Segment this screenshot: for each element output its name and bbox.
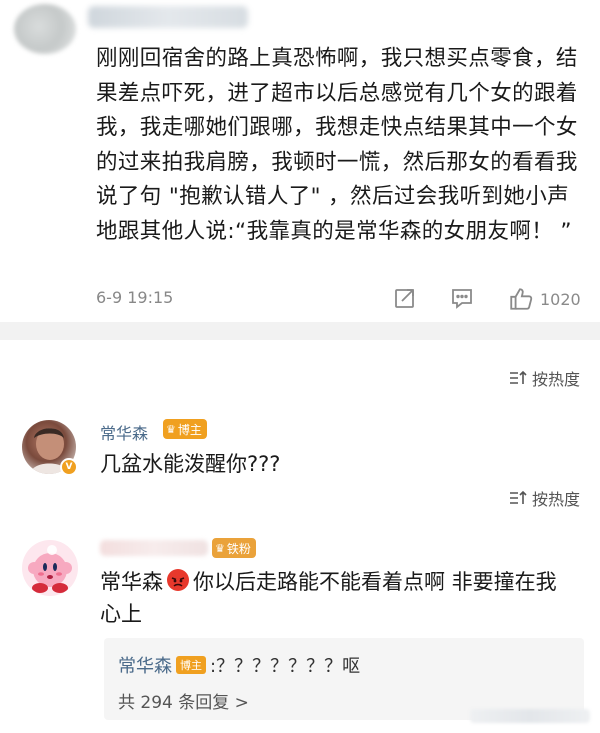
verified-badge-icon: V [60,458,78,476]
avatar[interactable] [22,540,78,596]
fan-badge: ♛ 铁粉 [212,538,256,558]
comment-button[interactable] [450,286,474,310]
badge-label: 博主 [177,422,202,437]
like-button[interactable]: 1020 [508,286,581,312]
reply-line: 常华森 博主 :？？？？？？？呕 [118,652,360,678]
watermark [470,709,590,723]
badge-label: 铁粉 [226,541,251,556]
blurred-username[interactable] [88,6,248,28]
post-footer: 6-9 19:15 1020 [96,286,590,314]
blurred-username[interactable] [100,540,208,556]
sort-toggle[interactable]: 按热度 [508,366,580,390]
share-icon [395,289,414,308]
sort-icon [509,490,527,504]
share-button[interactable] [393,286,417,310]
crown-icon: ♛ [166,422,176,436]
comment-text: 常华森 你以后走路能不能看着点啊 非要撞在我心上 [100,566,570,630]
sort-label: 按热度 [531,370,580,389]
kirby-avatar-icon [28,545,72,593]
post-time: 6-9 19:15 [96,288,174,307]
sort-label: 按热度 [531,490,580,509]
comment-text-prefix: 常华森 [100,570,163,594]
blurred-avatar[interactable] [14,4,76,54]
crown-icon: ♛ [215,541,225,555]
like-count: 1020 [540,289,581,309]
sort-toggle[interactable]: 按热度 [508,486,580,510]
blogger-badge: 博主 [176,656,206,674]
view-replies-link[interactable]: 共 294 条回复 > [118,688,249,713]
comment-text: 几盆水能泼醒你??? [100,452,281,476]
commenter-name[interactable]: 常华森 [100,420,148,444]
reply-author[interactable]: 常华森 [118,652,172,678]
like-icon [510,288,533,310]
sort-icon [509,370,527,384]
post-card: 刚刚回宿舍的路上真恐怖啊，我只想买点零食，结果差点吓死，进了超市以后总感觉有几个… [0,0,600,322]
comment-icon [452,289,472,309]
post-text: 刚刚回宿舍的路上真恐怖啊，我只想买点零食，结果差点吓死，进了超市以后总感觉有几个… [96,46,578,244]
reply-preview[interactable]: 常华森 博主 :？？？？？？？呕 共 294 条回复 > [104,638,584,720]
reply-text: :？？？？？？？呕 [210,656,361,677]
angry-face-icon [167,569,189,591]
section-divider [0,322,600,340]
blogger-badge: ♛ 博主 [163,419,207,439]
